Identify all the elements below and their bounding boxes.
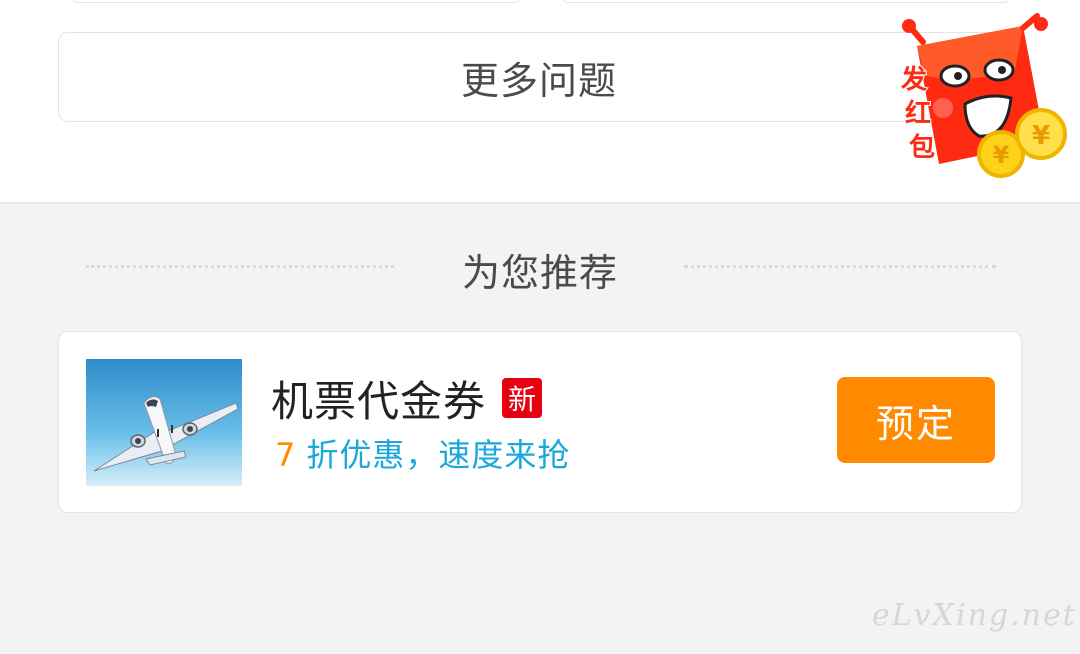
- airplane-image: [86, 359, 242, 486]
- card-title: 机票代金券: [271, 376, 487, 426]
- card-title-row: 机票代金券 新: [271, 370, 543, 426]
- recommend-header: 为您推荐: [0, 236, 1080, 296]
- svg-text:红: 红: [905, 98, 931, 129]
- divider-right: [684, 265, 996, 268]
- book-button[interactable]: 预定: [837, 377, 995, 463]
- svg-text:发: 发: [900, 64, 927, 95]
- previous-button-right[interactable]: [562, 0, 1010, 3]
- recommend-card[interactable]: 机票代金券 新 7 折优惠，速度来抢 预定: [58, 331, 1022, 513]
- more-questions-button[interactable]: 更多问题: [58, 32, 1020, 122]
- new-badge: 新: [502, 378, 543, 418]
- previous-button-left[interactable]: [72, 0, 520, 3]
- recommend-title: 为您推荐: [461, 251, 618, 295]
- discount-text: 折优惠，速度来抢: [306, 436, 571, 474]
- discount-number: 7: [275, 436, 297, 474]
- svg-text:¥: ¥: [1032, 121, 1050, 151]
- watermark: eLvXing.net: [872, 598, 1077, 633]
- svg-text:包: 包: [909, 132, 935, 163]
- more-questions-label: 更多问题: [460, 58, 617, 103]
- red-envelope-icon[interactable]: ¥ ¥ 发 红 包: [895, 12, 1075, 192]
- card-subtitle: 7 折优惠，速度来抢: [275, 430, 570, 476]
- svg-text:¥: ¥: [993, 141, 1010, 169]
